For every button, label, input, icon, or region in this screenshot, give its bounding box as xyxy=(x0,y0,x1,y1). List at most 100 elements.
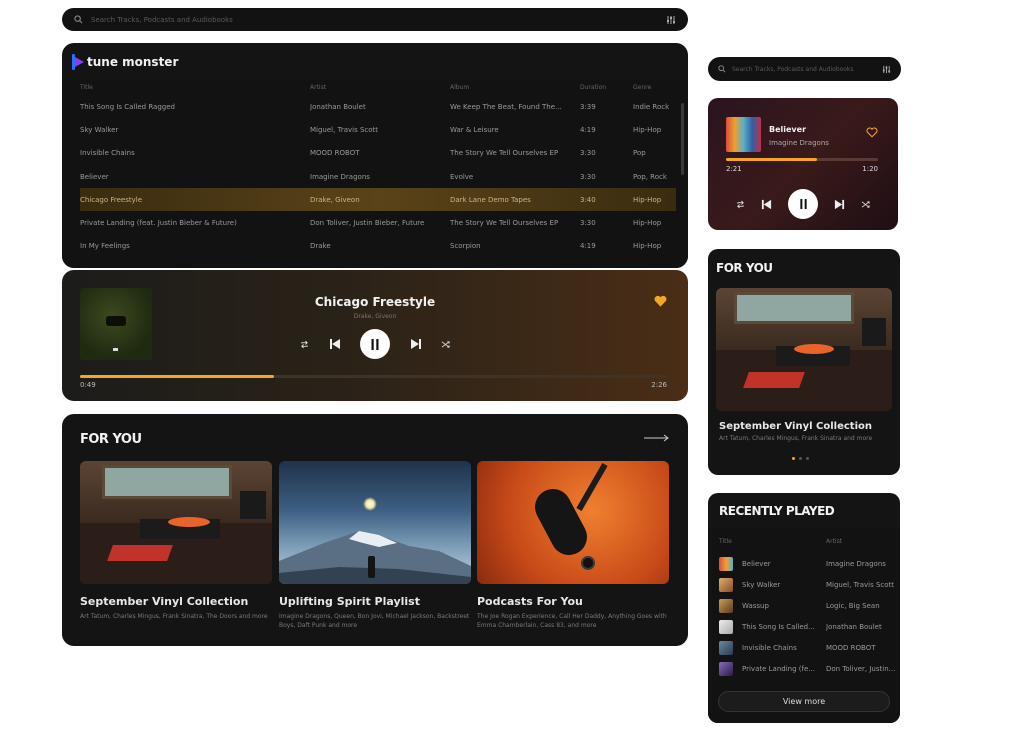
total-time: 2:26 xyxy=(651,381,667,389)
side-card-subtitle: Art Tatum, Charles Mingus, Frank Sinatra… xyxy=(719,435,873,442)
previous-icon[interactable] xyxy=(761,199,772,210)
table-row[interactable]: Believer Imagine Dragons Evolve 3:30 Pop… xyxy=(80,165,676,188)
row-album: Dark Lane Demo Tapes xyxy=(450,195,531,204)
mini-track-artist: Imagine Dragons xyxy=(769,139,829,147)
recent-list: Believer Imagine Dragons Sky Walker Migu… xyxy=(708,553,900,679)
track-thumbnail xyxy=(719,598,733,613)
shuffle-icon[interactable] xyxy=(441,340,450,349)
table-row[interactable]: In My Feelings Drake Scorpion 4:19 Hip-H… xyxy=(80,235,676,258)
list-item[interactable]: Believer Imagine Dragons xyxy=(719,553,900,574)
row-genre: Hip-Hop xyxy=(633,242,662,251)
row-artist: Miguel, Travis Scott xyxy=(310,125,379,134)
search-input[interactable]: Search Tracks, Podcasts and Audiobooks xyxy=(91,16,666,24)
recent-artist: Logic, Big Sean xyxy=(826,601,880,610)
recently-played-heading: RECENTLY PLAYED xyxy=(719,504,835,518)
table-row[interactable]: This Song Is Called Ragged Jonathan Boul… xyxy=(80,95,676,118)
pause-button[interactable] xyxy=(788,189,818,219)
side-search-input[interactable]: Search Tracks, Podcasts and Audiobooks xyxy=(732,66,882,73)
side-vinyl-image[interactable] xyxy=(716,288,892,411)
playlist-card[interactable]: Uplifting Spirit Playlist Imagine Dragon… xyxy=(279,461,471,630)
table-row[interactable]: Invisible Chains MOOD ROBOT The Story We… xyxy=(80,142,676,165)
row-artist: Don Toliver, Justin Bieber, Future xyxy=(310,219,425,228)
row-duration: 4:19 xyxy=(580,242,596,251)
next-icon[interactable] xyxy=(410,338,422,350)
row-artist: Jonathan Boulet xyxy=(310,102,366,111)
row-genre: Hip-Hop xyxy=(633,125,662,134)
row-genre: Pop xyxy=(633,149,646,158)
card-title: Podcasts For You xyxy=(477,595,583,608)
playlist-card[interactable]: September Vinyl Collection Art Tatum, Ch… xyxy=(80,461,272,621)
search-icon xyxy=(74,15,83,24)
repeat-icon[interactable] xyxy=(300,340,309,349)
mini-player-card: Believer Imagine Dragons 2:21 1:20 xyxy=(708,98,898,230)
main-search-bar[interactable]: Search Tracks, Podcasts and Audiobooks xyxy=(62,8,688,31)
mini-album-art[interactable] xyxy=(726,117,761,152)
list-item[interactable]: Private Landing (fe... Don Toliver, Just… xyxy=(719,658,900,679)
next-icon[interactable] xyxy=(834,199,845,210)
row-album: We Keep The Beat, Found The... xyxy=(450,102,562,111)
card-title: September Vinyl Collection xyxy=(80,595,249,608)
list-item[interactable]: This Song Is Called... Jonathan Boulet xyxy=(719,616,900,637)
row-album: War & Leisure xyxy=(450,125,499,134)
table-scrollbar[interactable] xyxy=(681,103,684,175)
search-icon xyxy=(718,65,726,73)
pause-button[interactable] xyxy=(360,329,390,359)
carousel-dot[interactable] xyxy=(799,457,802,460)
card-subtitle: Imagine Dragons, Queen, Bon Jovi, Michae… xyxy=(279,613,470,629)
track-thumbnail xyxy=(719,619,733,634)
column-header-artist: Artist xyxy=(310,83,327,91)
list-item[interactable]: Sky Walker Miguel, Travis Scott xyxy=(719,574,900,595)
row-artist: MOOD ROBOT xyxy=(310,149,360,158)
track-thumbnail xyxy=(719,577,733,592)
carousel-dot-active[interactable] xyxy=(792,457,795,460)
mini-progress-track[interactable] xyxy=(726,158,878,161)
column-header-title: Title xyxy=(80,83,93,91)
brand-logo: tune monster xyxy=(72,54,178,70)
row-duration: 3:39 xyxy=(580,102,596,111)
progress-track[interactable] xyxy=(80,375,668,378)
side-foryou-card: FOR YOU September Vinyl Collection Art T… xyxy=(708,249,900,475)
repeat-icon[interactable] xyxy=(736,200,745,209)
row-title: Private Landing (feat. Justin Bieber & F… xyxy=(80,219,237,228)
vinyl-collection-image xyxy=(80,461,272,584)
view-more-button[interactable]: View more xyxy=(718,691,890,712)
row-album: Scorpion xyxy=(450,242,481,251)
recent-artist: Don Toliver, Justin... xyxy=(826,664,896,673)
heart-icon[interactable] xyxy=(654,295,667,307)
table-row[interactable]: Sky Walker Miguel, Travis Scott War & Le… xyxy=(80,118,676,141)
column-header-duration: Duration xyxy=(580,83,607,91)
side-card-title: September Vinyl Collection xyxy=(719,421,872,432)
row-duration: 3:30 xyxy=(580,219,596,228)
column-header-genre: Genre xyxy=(633,83,652,91)
elapsed-time: 0:49 xyxy=(80,381,96,389)
recent-title: Private Landing (fe... xyxy=(742,664,815,673)
carousel-dot[interactable] xyxy=(806,457,809,460)
row-duration: 3:40 xyxy=(580,195,596,204)
row-duration: 3:30 xyxy=(580,172,596,181)
now-playing-card: Chicago Freestyle Drake, Giveon 0:49 2:2… xyxy=(62,270,688,401)
table-row-playing[interactable]: Chicago Freestyle Drake, Giveon Dark Lan… xyxy=(80,188,676,212)
shuffle-icon[interactable] xyxy=(861,200,870,209)
arrow-right-icon[interactable] xyxy=(644,434,670,442)
row-artist: Drake, Giveon xyxy=(310,195,360,204)
card-subtitle: The Joe Rogan Experience, Call Her Daddy… xyxy=(477,613,667,629)
podcast-microphone-image xyxy=(477,461,669,584)
recent-header-artist: Artist xyxy=(826,537,843,545)
progress-fill xyxy=(80,375,275,378)
table-row[interactable]: Private Landing (feat. Justin Bieber & F… xyxy=(80,211,676,234)
heart-outline-icon[interactable] xyxy=(866,127,878,138)
previous-icon[interactable] xyxy=(329,338,341,350)
track-table-card: tune monster Title Artist Album Duration… xyxy=(62,43,688,268)
recent-artist: Miguel, Travis Scott xyxy=(826,580,895,589)
player-track-artist: Drake, Giveon xyxy=(353,313,397,320)
filter-icon[interactable] xyxy=(882,65,891,74)
player-track-title: Chicago Freestyle xyxy=(314,295,436,309)
list-item[interactable]: Invisible Chains MOOD ROBOT xyxy=(719,637,900,658)
list-item[interactable]: Wassup Logic, Big Sean xyxy=(719,595,900,616)
carousel-dots xyxy=(792,457,809,460)
filter-icon[interactable] xyxy=(666,15,676,25)
row-album: Evolve xyxy=(450,172,474,181)
side-search-bar[interactable]: Search Tracks, Podcasts and Audiobooks xyxy=(708,57,901,81)
recent-title: Sky Walker xyxy=(742,580,781,589)
playlist-card[interactable]: Podcasts For You The Joe Rogan Experienc… xyxy=(477,461,669,630)
